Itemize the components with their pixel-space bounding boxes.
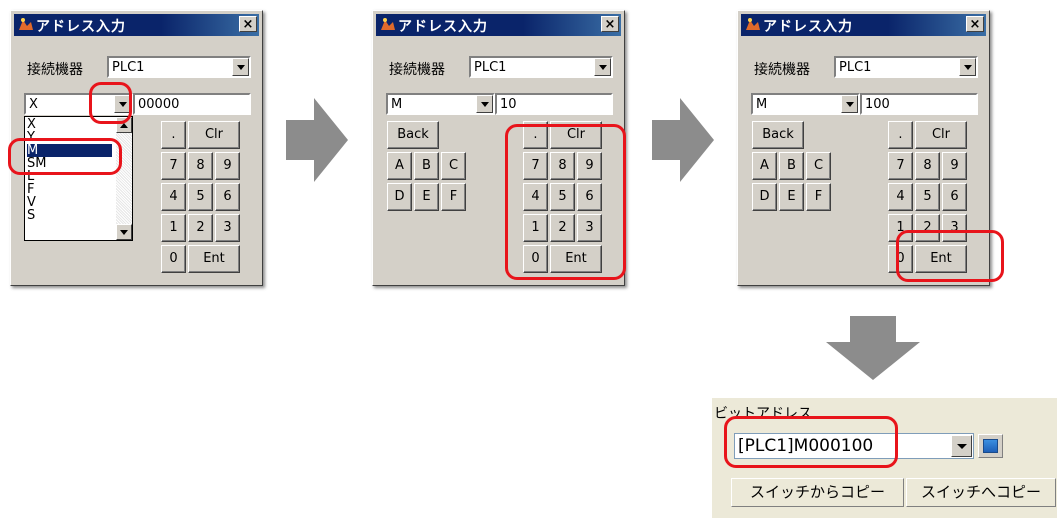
key-dot[interactable]: . (161, 121, 186, 149)
title-bar: アドレス入力 × (14, 14, 259, 36)
window-title: アドレス入力 (763, 19, 853, 35)
device-select[interactable]: PLC1 (107, 56, 251, 78)
address-value: 100 (865, 97, 890, 112)
device-label: 接続機器 (389, 62, 445, 78)
key-2[interactable]: 2 (188, 214, 213, 242)
app-icon (381, 18, 395, 30)
highlight-bit-address (724, 416, 898, 468)
title-bar: アドレス入力 × (376, 14, 621, 36)
chevron-down-icon[interactable] (959, 58, 976, 76)
key-4[interactable]: 4 (888, 183, 913, 211)
window-title: アドレス入力 (36, 19, 126, 35)
key-e[interactable]: E (414, 183, 439, 211)
list-item[interactable]: V (27, 196, 112, 209)
device-select[interactable]: PLC1 (834, 56, 978, 78)
key-c[interactable]: C (441, 152, 466, 180)
highlight-list-item-m (8, 138, 122, 175)
key-dot[interactable]: . (888, 121, 913, 149)
key-f[interactable]: F (806, 183, 831, 211)
key-0[interactable]: 0 (161, 245, 186, 273)
list-item[interactable]: F (27, 183, 112, 196)
key-7[interactable]: 7 (161, 152, 186, 180)
key-8[interactable]: 8 (188, 152, 213, 180)
address-input[interactable]: 10 (495, 93, 613, 115)
chevron-down-icon[interactable] (841, 95, 858, 113)
list-item[interactable]: S (27, 209, 112, 222)
device-label: 接続機器 (754, 62, 810, 78)
key-6[interactable]: 6 (215, 183, 240, 211)
type-select[interactable]: M (386, 93, 495, 115)
highlight-type-dropdown (89, 82, 132, 124)
key-clr[interactable]: Clr (915, 121, 967, 149)
highlight-numeric-keypad (505, 124, 626, 280)
scroll-down-icon[interactable] (116, 224, 132, 240)
key-b[interactable]: B (779, 152, 804, 180)
address-value: 00000 (138, 97, 180, 112)
address-value: 10 (500, 97, 517, 112)
address-input[interactable]: 00000 (133, 93, 251, 115)
key-f[interactable]: F (441, 183, 466, 211)
highlight-ent-key (896, 230, 1004, 282)
copy-to-switch-button[interactable]: スイッチへコピー (906, 478, 1056, 507)
device-label: 接続機器 (27, 62, 83, 78)
chevron-down-icon[interactable] (476, 95, 493, 113)
close-button[interactable]: × (601, 16, 619, 32)
key-back[interactable]: Back (752, 121, 804, 149)
app-icon (746, 18, 760, 30)
key-a[interactable]: A (752, 152, 777, 180)
device-value: PLC1 (112, 60, 145, 75)
window-title: アドレス入力 (398, 19, 488, 35)
key-6[interactable]: 6 (942, 183, 967, 211)
address-input[interactable]: 100 (860, 93, 978, 115)
scrollbar[interactable] (116, 117, 132, 240)
key-ent[interactable]: Ent (188, 245, 240, 273)
title-bar: アドレス入力 × (741, 14, 986, 36)
address-keypad-button[interactable] (978, 434, 1003, 458)
type-select[interactable]: M (751, 93, 860, 115)
key-d[interactable]: D (752, 183, 777, 211)
type-value: M (756, 97, 768, 112)
close-button[interactable]: × (966, 16, 984, 32)
key-7[interactable]: 7 (888, 152, 913, 180)
chevron-down-icon[interactable] (232, 58, 249, 76)
device-value: PLC1 (839, 60, 872, 75)
close-icon: × (604, 17, 616, 32)
key-5[interactable]: 5 (915, 183, 940, 211)
type-value: M (391, 97, 403, 112)
key-b[interactable]: B (414, 152, 439, 180)
close-icon: × (969, 17, 981, 32)
key-e[interactable]: E (779, 183, 804, 211)
key-4[interactable]: 4 (161, 183, 186, 211)
type-dropdown-list[interactable]: X Y M SM L F V S (24, 116, 133, 241)
chevron-down-icon[interactable] (594, 58, 611, 76)
flow-arrow-right-icon (286, 98, 348, 182)
device-select[interactable]: PLC1 (469, 56, 613, 78)
chevron-down-icon[interactable] (951, 435, 972, 457)
copy-from-switch-button[interactable]: スイッチからコピー (731, 478, 904, 507)
key-3[interactable]: 3 (215, 214, 240, 242)
key-back[interactable]: Back (387, 121, 439, 149)
flow-arrow-down-icon (826, 316, 920, 380)
flow-arrow-right-icon (652, 98, 714, 182)
device-value: PLC1 (474, 60, 507, 75)
app-icon (19, 18, 33, 30)
key-9[interactable]: 9 (215, 152, 240, 180)
key-d[interactable]: D (387, 183, 412, 211)
key-5[interactable]: 5 (188, 183, 213, 211)
key-1[interactable]: 1 (161, 214, 186, 242)
key-a[interactable]: A (387, 152, 412, 180)
key-clr[interactable]: Clr (188, 121, 240, 149)
calculator-icon (983, 439, 998, 453)
close-icon: × (242, 17, 254, 32)
close-button[interactable]: × (239, 16, 257, 32)
key-9[interactable]: 9 (942, 152, 967, 180)
key-c[interactable]: C (806, 152, 831, 180)
type-value: X (29, 97, 38, 112)
key-8[interactable]: 8 (915, 152, 940, 180)
